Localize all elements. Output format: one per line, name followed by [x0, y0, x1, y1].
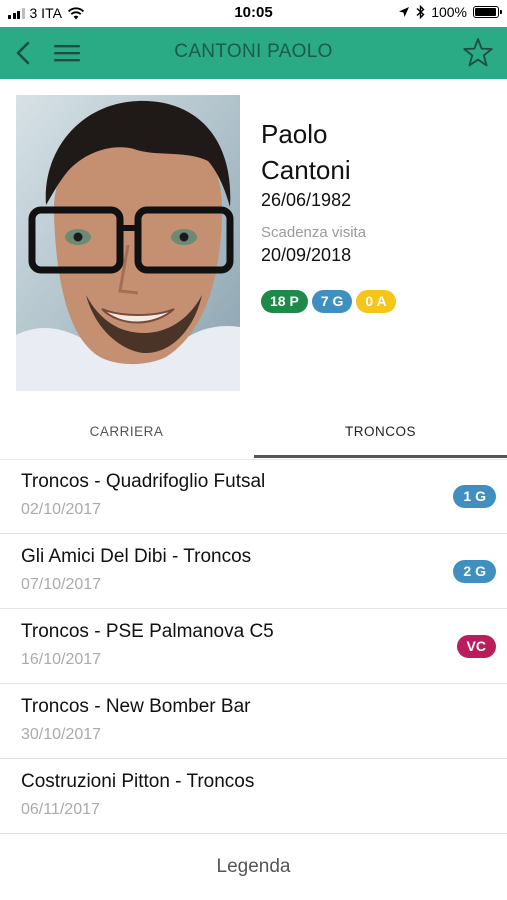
- match-badge: VC: [456, 635, 496, 658]
- match-badge: 1 G: [453, 485, 496, 508]
- match-teams: Troncos - New Bomber Bar: [21, 696, 251, 717]
- profile-photo: [16, 95, 240, 391]
- battery-level: [475, 8, 496, 16]
- location-icon: [399, 7, 410, 17]
- visit-date: 20/09/2018: [261, 245, 352, 265]
- page-title: CANTONI PAOLO: [174, 41, 333, 62]
- status-bar-right: 100%: [398, 4, 502, 20]
- match-date: 02/10/2017: [21, 501, 102, 518]
- tab-troncos[interactable]: TRONCOS: [254, 408, 507, 458]
- match-date: 16/10/2017: [21, 651, 102, 668]
- bluetooth-icon: [416, 5, 425, 19]
- star-icon[interactable]: [461, 36, 495, 70]
- profile-info: Paolo Cantoni 26/06/1982 Scadenza visita…: [261, 116, 491, 313]
- list-item[interactable]: Costruzioni Pitton - Troncos 06/11/2017: [0, 759, 507, 834]
- tab-carriera[interactable]: CARRIERA: [0, 408, 253, 458]
- goals-badge: 7 G: [311, 290, 353, 313]
- status-bar: 3 ITA 10:05 100%: [0, 0, 507, 27]
- match-teams: Troncos - Quadrifoglio Futsal: [21, 471, 266, 492]
- list-item[interactable]: Troncos - Quadrifoglio Futsal 02/10/2017…: [0, 459, 507, 534]
- assists-badge: 0 A: [356, 290, 396, 313]
- stats-badges: 18 P 7 G 0 A: [261, 290, 491, 313]
- last-name: Cantoni: [261, 155, 351, 185]
- app-bar: CANTONI PAOLO: [0, 27, 507, 79]
- match-date: 30/10/2017: [21, 726, 102, 743]
- battery-percent: 100%: [431, 4, 467, 20]
- match-teams: Costruzioni Pitton - Troncos: [21, 771, 255, 792]
- match-list: Troncos - Quadrifoglio Futsal 02/10/2017…: [0, 459, 507, 834]
- birth-date: 26/06/1982: [261, 190, 352, 210]
- legend-button[interactable]: Legenda: [0, 856, 507, 878]
- match-date: 06/11/2017: [21, 801, 100, 818]
- match-teams: Troncos - PSE Palmanova C5: [21, 621, 274, 642]
- match-badge: 2 G: [453, 560, 496, 583]
- battery-icon: [473, 6, 502, 18]
- tab-bar: CARRIERA TRONCOS: [0, 408, 507, 460]
- active-tab-indicator: [254, 455, 507, 458]
- first-name: Paolo: [261, 119, 328, 149]
- list-item[interactable]: Troncos - New Bomber Bar 30/10/2017: [0, 684, 507, 759]
- list-item[interactable]: Gli Amici Del Dibi - Troncos 07/10/2017 …: [0, 534, 507, 609]
- match-teams: Gli Amici Del Dibi - Troncos: [21, 546, 252, 567]
- list-item[interactable]: Troncos - PSE Palmanova C5 16/10/2017 VC: [0, 609, 507, 684]
- presences-badge: 18 P: [261, 290, 308, 313]
- match-date: 07/10/2017: [21, 576, 102, 593]
- visit-label: Scadenza visita: [261, 224, 367, 241]
